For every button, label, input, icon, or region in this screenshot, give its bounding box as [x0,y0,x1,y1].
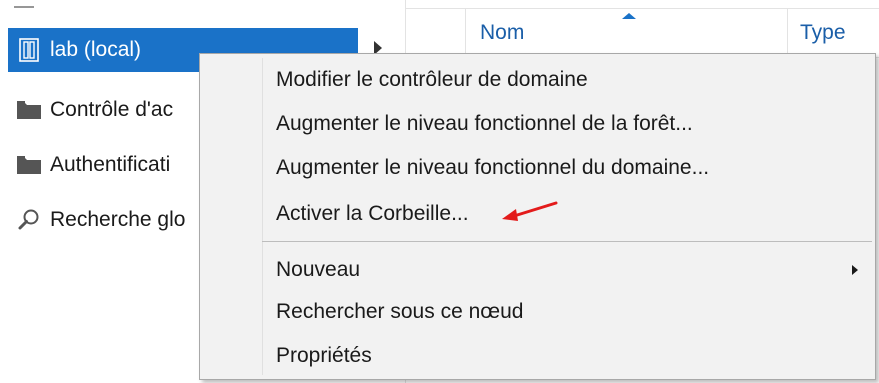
menu-item-rechercher-sous-noeud[interactable]: Rechercher sous ce nœud [276,292,523,332]
column-separator[interactable] [787,9,788,57]
sort-ascending-icon [622,13,636,19]
menu-item-modifier-controleur[interactable]: Modifier le contrôleur de domaine [276,60,588,100]
folder-icon [16,153,42,177]
menu-item-augmenter-niveau-foret[interactable]: Augmenter le niveau fonctionnel de la fo… [276,104,693,144]
menu-item-activer-corbeille[interactable]: Activer la Corbeille... [276,194,469,234]
menu-item-augmenter-niveau-domaine[interactable]: Augmenter le niveau fonctionnel du domai… [276,148,709,188]
menu-item-proprietes[interactable]: Propriétés [276,336,372,376]
submenu-arrow-icon [852,265,858,275]
menu-icon-gutter [262,58,263,375]
menu-separator [262,241,872,242]
tree-item-label: Contrôle d'ac [50,98,174,121]
search-icon [16,208,42,232]
column-header-nom[interactable]: Nom [480,9,524,57]
tree-item-label: Recherche glo [50,208,186,231]
menu-item-nouveau[interactable]: Nouveau [276,250,360,290]
list-header: Nom Type [406,8,879,58]
folder-icon [16,98,42,122]
tree-item-authentification[interactable]: Authentificati [8,143,198,187]
tree-item-partial-icon [14,0,34,8]
tree-item-recherche-globale[interactable]: Recherche glo [8,198,198,242]
column-header-type[interactable]: Type [800,9,846,57]
tree-item-label: lab (local) [50,38,142,61]
column-separator [465,9,466,57]
tree-item-controle-acces[interactable]: Contrôle d'ac [8,88,198,132]
domain-controller-icon [16,38,42,62]
annotation-arrow-icon [502,201,558,221]
context-menu: Modifier le contrôleur de domaine Augmen… [199,53,876,380]
tree-item-label: Authentificati [50,153,171,176]
